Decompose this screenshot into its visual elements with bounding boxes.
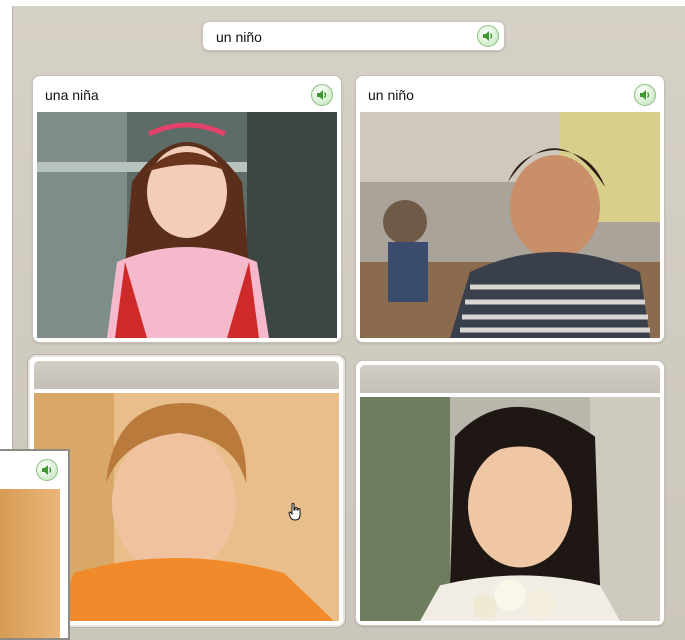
answer-card-un-nino[interactable]: un niño <box>355 75 665 343</box>
hand-cursor-icon <box>288 503 301 521</box>
answer-card-girl-flowers[interactable] <box>355 360 665 626</box>
answer-card-una-nina[interactable]: una niña <box>32 75 342 343</box>
photo-boy-striped-sweater <box>360 112 660 338</box>
prompt-bar: un niño <box>202 21 505 51</box>
overlapping-card-window <box>0 449 70 640</box>
speaker-icon[interactable] <box>477 25 499 47</box>
photo-girl-pink-sweater <box>37 112 337 338</box>
card-label-placeholder <box>34 361 339 389</box>
card-label: un niño <box>368 87 414 103</box>
speaker-icon[interactable] <box>634 84 656 106</box>
speaker-icon[interactable] <box>311 84 333 106</box>
speaker-icon[interactable] <box>36 459 58 481</box>
photo-girl-flowers <box>360 397 660 621</box>
prompt-text: un niño <box>216 29 262 45</box>
overlay-photo <box>0 489 60 638</box>
card-label: una niña <box>45 87 99 103</box>
answer-card-boy-orange-shirt[interactable] <box>28 355 345 627</box>
card-label-placeholder <box>360 365 660 393</box>
